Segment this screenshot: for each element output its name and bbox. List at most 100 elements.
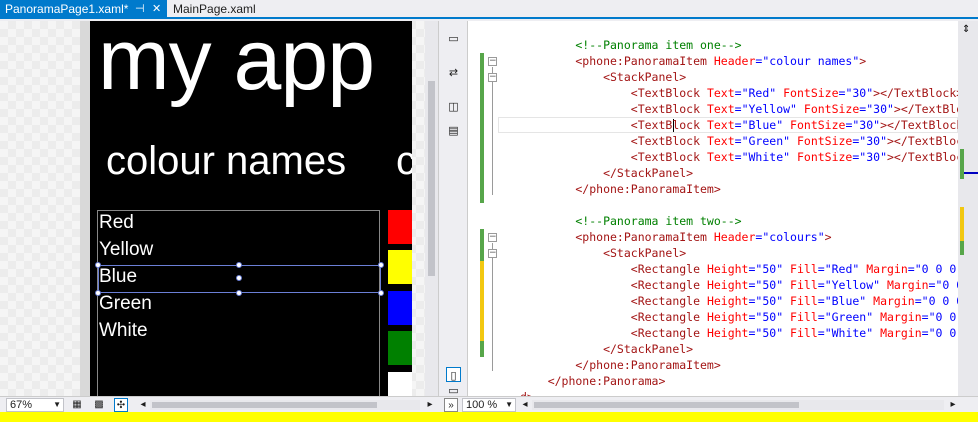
scroll-left-icon[interactable]: ◂: [136, 398, 150, 412]
resize-handle[interactable]: [236, 290, 242, 296]
code-line[interactable]: <TextBlock Text="White" FontSize="30"></…: [520, 149, 958, 165]
code-token: <StackPanel>: [520, 246, 687, 260]
resize-handle[interactable]: [95, 290, 101, 296]
code-token: =: [734, 118, 742, 132]
resize-handle[interactable]: [236, 262, 242, 268]
collapse-icon[interactable]: −: [488, 249, 497, 258]
designer-zoom-select[interactable]: 67% ▼: [6, 398, 64, 412]
collapse-icon[interactable]: −: [488, 233, 497, 242]
code-line[interactable]: <Rectangle Height="50" Fill="Yellow" Mar…: [520, 277, 958, 293]
snap-to-lines-icon[interactable]: ✣: [114, 398, 128, 412]
code-token: "30": [859, 134, 887, 148]
editor-zoom-select[interactable]: 100 % ▼: [462, 398, 516, 412]
scroll-right-icon[interactable]: ▸: [423, 398, 437, 412]
code-token: "colour names": [762, 54, 860, 68]
resize-handle[interactable]: [236, 275, 242, 281]
code-token: <StackPanel>: [520, 70, 687, 84]
design-surface[interactable]: my app colour names c Red Yellow Blue Gr…: [0, 21, 438, 396]
code-token: ></TextBlock>: [880, 118, 958, 132]
editor-vertical-scrollbar[interactable]: ⇕: [958, 21, 978, 396]
code-token: <Rectangle: [520, 310, 701, 324]
code-line[interactable]: <StackPanel>: [520, 69, 958, 85]
code-line[interactable]: <!--Panorama item two-->: [520, 213, 958, 229]
code-token: "50": [755, 326, 784, 340]
vertical-split-icon[interactable]: ◫: [446, 99, 461, 114]
pin-icon[interactable]: ⊣: [135, 0, 145, 19]
chevron-down-icon: ▼: [505, 400, 513, 409]
code-line[interactable]: <Rectangle Height="50" Fill="Blue" Margi…: [520, 293, 958, 309]
code-line[interactable]: <phone:PanoramaItem Header="colours">: [520, 229, 958, 245]
designer-vertical-scrollbar[interactable]: [425, 21, 438, 396]
code-token: "Green": [824, 310, 874, 324]
code-line[interactable]: <Rectangle Height="50" Fill="Green" Marg…: [520, 309, 958, 325]
resize-handle[interactable]: [378, 290, 384, 296]
close-icon[interactable]: ✕: [152, 0, 161, 19]
code-line[interactable]: </phone:PanoramaItem>: [520, 181, 958, 197]
output-panel-edge: [0, 412, 978, 422]
code-token: "White": [824, 326, 874, 340]
expand-pane-icon[interactable]: »: [444, 398, 458, 412]
code-line[interactable]: </StackPanel>: [520, 341, 958, 357]
code-line[interactable]: <TextBlock Text="Red" FontSize="30"></Te…: [520, 85, 958, 101]
collapse-pane-icon[interactable]: ▭: [446, 31, 461, 46]
snap-to-grid-icon[interactable]: ▩: [92, 398, 106, 412]
code-token: FontSize: [796, 102, 860, 116]
swap-panes-icon[interactable]: ⇄: [446, 65, 461, 80]
code-line[interactable]: <Rectangle Height="50" Fill="White" Marg…: [520, 325, 958, 341]
chevron-down-icon: ▼: [53, 400, 61, 409]
xaml-code-editor[interactable]: − − − − <!--Panorama item one--> <phone:…: [468, 21, 958, 396]
resize-handle[interactable]: [95, 262, 101, 268]
stack-panel[interactable]: Red Yellow Blue Green White: [95, 210, 384, 396]
code-line[interactable]: <!--Panorama item one-->: [520, 37, 958, 53]
scrollbar-thumb[interactable]: [428, 81, 435, 276]
code-token: "0 0 0 10": [928, 326, 957, 340]
editor-horizontal-scrollbar[interactable]: [532, 400, 944, 410]
textblock-green[interactable]: Green: [99, 293, 152, 315]
code-line[interactable]: <phone:PanoramaItem Header="colour names…: [520, 53, 958, 69]
code-line[interactable]: <TextBlock Text="Blue" FontSize="30"></T…: [520, 117, 958, 133]
textblock-red[interactable]: Red: [99, 212, 134, 234]
panorama-item-header-next: c: [396, 139, 412, 184]
code-token: Fill: [783, 326, 818, 340]
code-token: Height: [700, 294, 749, 308]
textblock-white[interactable]: White: [99, 320, 148, 342]
code-line[interactable]: <TextBlock Text="Green" FontSize="30"></…: [520, 133, 958, 149]
scrollbar-thumb[interactable]: [534, 402, 799, 408]
split-editor-icon[interactable]: ⇕: [962, 24, 970, 35]
color-swatch-yellow: [388, 250, 412, 284]
horizontal-split-icon[interactable]: ▤: [446, 123, 461, 138]
tab-mainpage[interactable]: MainPage.xaml: [168, 0, 268, 19]
code-token: Fill: [783, 294, 818, 308]
code-line[interactable]: <Rectangle Height="50" Fill="Red" Margin…: [520, 261, 958, 277]
code-token: Fill: [783, 310, 818, 324]
code-line[interactable]: <StackPanel>: [520, 245, 958, 261]
code-line[interactable]: </StackPanel>: [520, 165, 958, 181]
scrollbar-thumb[interactable]: [152, 402, 377, 408]
collapse-icon[interactable]: −: [488, 57, 497, 66]
tab-panoramapage1[interactable]: PanoramaPage1.xaml* ⊣ ✕: [0, 0, 167, 19]
code-token: ></TextBlock>: [887, 134, 958, 148]
code-token: Text: [700, 102, 735, 116]
textblock-yellow[interactable]: Yellow: [99, 239, 153, 261]
tab-label: MainPage.xaml: [173, 2, 256, 16]
resize-handle[interactable]: [378, 262, 384, 268]
collapse-icon[interactable]: −: [488, 73, 497, 82]
code-text[interactable]: <!--Panorama item one--> <phone:Panorama…: [520, 37, 958, 396]
code-token: Margin: [873, 310, 922, 324]
code-token: Fill: [783, 278, 818, 292]
scroll-right-icon[interactable]: ▸: [946, 398, 960, 412]
code-token: <Rectangle: [520, 294, 701, 308]
code-token: "Yellow": [741, 102, 797, 116]
code-line[interactable]: </phone:Panorama>: [520, 373, 958, 389]
code-token: Height: [700, 310, 749, 324]
code-line[interactable]: d>: [520, 389, 958, 396]
grid-icon[interactable]: ▦: [70, 398, 84, 412]
scroll-left-icon[interactable]: ◂: [518, 398, 532, 412]
code-token: "Red": [741, 86, 777, 100]
color-swatch-blue: [388, 291, 412, 325]
code-line[interactable]: </phone:PanoramaItem>: [520, 357, 958, 373]
code-line[interactable]: [520, 197, 958, 213]
designer-horizontal-scrollbar[interactable]: [150, 400, 420, 410]
code-line[interactable]: <TextBlock Text="Yellow" FontSize="30"><…: [520, 101, 958, 117]
design-view-icon[interactable]: ▯: [446, 367, 461, 382]
